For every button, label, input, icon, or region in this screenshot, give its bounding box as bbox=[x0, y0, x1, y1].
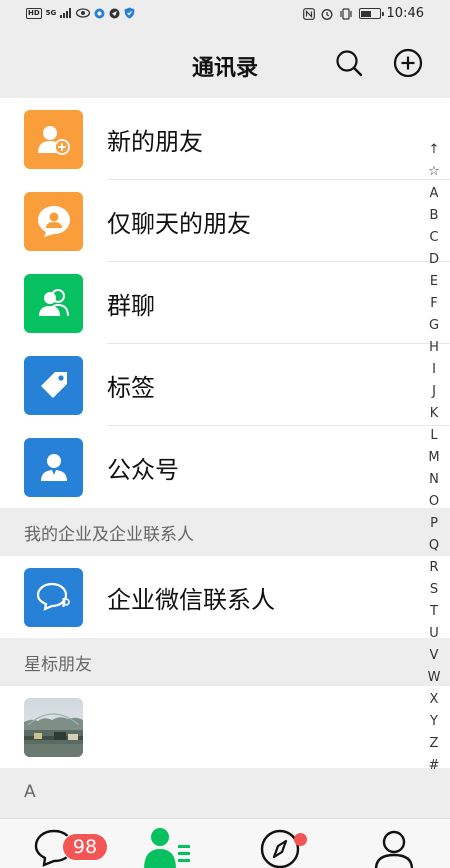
status-right: 10:46 bbox=[302, 6, 424, 21]
tags-avatar bbox=[24, 355, 83, 415]
chat-only-friend-icon bbox=[37, 206, 70, 237]
tab-me[interactable] bbox=[364, 825, 424, 868]
index-letter[interactable]: L bbox=[418, 424, 450, 446]
index-letter[interactable]: B bbox=[418, 204, 450, 226]
tab-bar: 98 bbox=[0, 818, 450, 868]
group-icon bbox=[38, 289, 69, 317]
hd-indicator: HD bbox=[26, 7, 42, 19]
network-indicator: 5G bbox=[45, 9, 57, 17]
index-letter[interactable]: G bbox=[418, 314, 450, 336]
tag-icon bbox=[40, 372, 67, 398]
index-letter[interactable]: T bbox=[418, 600, 450, 622]
person-icon bbox=[374, 830, 414, 868]
signal-icon bbox=[60, 8, 72, 18]
wecom-icon bbox=[36, 582, 70, 611]
add-friend-icon bbox=[37, 126, 70, 155]
chat-only-friends-label: 仅聊天的朋友 bbox=[107, 209, 251, 238]
contacts-icon bbox=[144, 828, 190, 868]
vibrate-icon bbox=[339, 7, 352, 20]
eye-icon bbox=[76, 8, 91, 18]
new-friends-label: 新的朋友 bbox=[107, 127, 203, 156]
index-letter[interactable]: S bbox=[418, 578, 450, 600]
section-header-enterprise: 我的企业及企业联系人 bbox=[0, 508, 450, 556]
index-letter[interactable]: F bbox=[418, 292, 450, 314]
tags-item[interactable]: 标签 bbox=[0, 344, 450, 426]
status-bar: HD 5G 10:46 bbox=[0, 0, 450, 30]
index-letter[interactable]: # bbox=[418, 754, 450, 776]
tab-contacts[interactable] bbox=[136, 825, 196, 868]
index-letter[interactable]: Q bbox=[418, 534, 450, 556]
contact-list: 新的朋友 仅聊天的朋友 群聊 标签 公众号 我的企业及企业联系人 企业微信联系人… bbox=[0, 98, 450, 816]
index-letter[interactable]: H bbox=[418, 336, 450, 358]
chat-only-friends-avatar bbox=[24, 191, 83, 251]
status-left: HD 5G bbox=[26, 7, 135, 19]
add-button[interactable] bbox=[392, 47, 424, 79]
index-letter[interactable]: N bbox=[418, 468, 450, 490]
index-letter[interactable]: ↑ bbox=[418, 138, 450, 160]
nav-bar: 通讯录 bbox=[0, 30, 450, 98]
index-letter[interactable]: D bbox=[418, 248, 450, 270]
official-accounts-item[interactable]: 公众号 bbox=[0, 426, 450, 508]
tab-discover[interactable] bbox=[250, 825, 310, 868]
group-chats-item[interactable]: 群聊 bbox=[0, 262, 450, 344]
index-letter[interactable]: O bbox=[418, 490, 450, 512]
group-chats-label: 群聊 bbox=[107, 291, 155, 320]
plus-circle-icon bbox=[393, 48, 423, 78]
enterprise-contacts-label: 企业微信联系人 bbox=[107, 585, 275, 614]
discover-notification-dot bbox=[294, 833, 307, 846]
new-friends-avatar bbox=[24, 109, 83, 169]
official-accounts-avatar bbox=[24, 437, 83, 497]
alphabet-index[interactable]: ↑ ☆ A B C D E F G H I J K L M N O P Q R S T U V W X Y Z # bbox=[418, 138, 450, 776]
search-icon bbox=[336, 50, 363, 77]
chat-only-friends-item[interactable]: 仅聊天的朋友 bbox=[0, 180, 450, 262]
index-letter[interactable]: X bbox=[418, 688, 450, 710]
page-title: 通讯录 bbox=[191, 56, 258, 81]
index-letter[interactable]: Z bbox=[418, 732, 450, 754]
index-letter[interactable]: R bbox=[418, 556, 450, 578]
index-letter[interactable]: E bbox=[418, 270, 450, 292]
app-notification-icon-2 bbox=[109, 8, 120, 18]
battery-icon bbox=[358, 8, 384, 19]
tags-label: 标签 bbox=[107, 373, 155, 402]
index-letter[interactable]: C bbox=[418, 226, 450, 248]
section-header-a: A bbox=[0, 768, 450, 816]
index-letter[interactable]: I bbox=[418, 358, 450, 380]
section-header-starred: 星标朋友 bbox=[0, 638, 450, 686]
index-letter[interactable]: U bbox=[418, 622, 450, 644]
official-account-icon bbox=[40, 454, 67, 481]
app-notification-icon bbox=[94, 8, 105, 18]
new-friends-item[interactable]: 新的朋友 bbox=[0, 98, 450, 180]
index-letter[interactable]: M bbox=[418, 446, 450, 468]
alarm-icon bbox=[321, 8, 332, 20]
clock: 10:46 bbox=[386, 6, 424, 21]
unread-badge: 98 bbox=[62, 833, 108, 861]
group-chats-avatar bbox=[24, 273, 83, 333]
index-letter[interactable]: W bbox=[418, 666, 450, 688]
index-letter[interactable]: ☆ bbox=[418, 160, 450, 182]
index-letter[interactable]: P bbox=[418, 512, 450, 534]
compass-icon bbox=[260, 829, 300, 868]
official-accounts-label: 公众号 bbox=[107, 455, 179, 484]
search-button[interactable] bbox=[333, 47, 365, 79]
contact-photo-avatar bbox=[24, 697, 83, 757]
index-letter[interactable]: J bbox=[418, 380, 450, 402]
index-letter[interactable]: K bbox=[418, 402, 450, 424]
enterprise-contacts-item[interactable]: 企业微信联系人 bbox=[0, 556, 450, 638]
enterprise-contacts-avatar bbox=[24, 567, 83, 627]
nfc-icon bbox=[302, 7, 315, 20]
index-letter[interactable]: Y bbox=[418, 710, 450, 732]
shield-notification-icon bbox=[124, 7, 135, 19]
starred-contact-item[interactable] bbox=[0, 686, 450, 768]
index-letter[interactable]: V bbox=[418, 644, 450, 666]
index-letter[interactable]: A bbox=[418, 182, 450, 204]
